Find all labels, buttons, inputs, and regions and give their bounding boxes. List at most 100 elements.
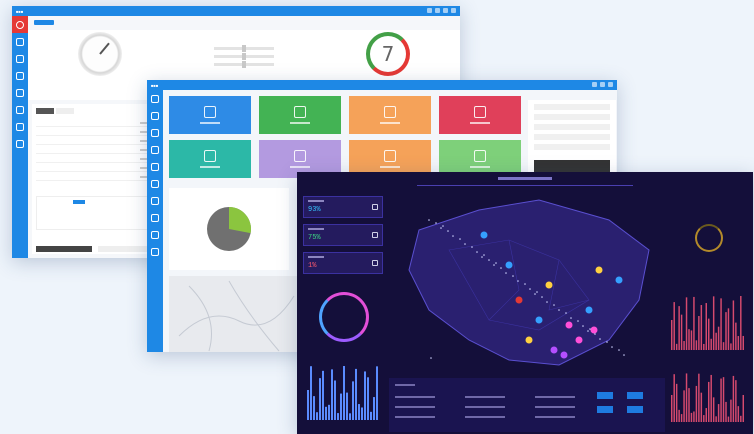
bar [695,340,698,350]
panel-tab-2[interactable] [56,108,74,114]
table-row [535,406,575,408]
bar [732,300,735,350]
map-marker[interactable] [550,346,558,354]
stat-value: 1% [308,262,317,270]
tile-home[interactable] [259,96,341,134]
map-marker[interactable] [585,306,593,314]
bar [730,399,732,422]
sidebar-item-book[interactable] [147,243,163,260]
map-marker[interactable] [515,296,523,304]
bar [703,415,705,422]
bar [307,390,309,420]
map-marker[interactable] [545,281,553,289]
book-icon [151,247,159,256]
city-dot [546,301,548,303]
bar [703,343,705,350]
bar [698,373,700,422]
list-item[interactable] [36,156,154,163]
map-marker[interactable] [525,336,533,344]
tile-tool[interactable] [349,96,431,134]
action-button[interactable] [597,406,613,413]
tab-active[interactable] [34,20,54,25]
map-marker[interactable] [565,321,573,329]
cancel-button[interactable] [98,246,154,252]
map-preview[interactable] [169,276,299,352]
list-item[interactable] [36,147,154,154]
title-frame [417,172,633,186]
sidebar-item-user[interactable] [12,101,28,118]
map-marker[interactable] [480,231,488,239]
bar [688,329,690,350]
city-dot [536,291,538,293]
bar [705,303,707,350]
bar [337,413,339,420]
city-dot [534,293,536,295]
user-icon[interactable] [443,8,448,13]
city-dot [471,246,473,248]
sidebar-item-user[interactable] [147,175,163,192]
user-icon[interactable] [608,82,613,87]
bar [355,368,357,420]
sidebar-item-edit[interactable] [147,192,163,209]
sidebar-item-bike[interactable] [12,50,28,67]
edit-icon [16,122,24,131]
list-item[interactable] [36,174,154,181]
map-marker[interactable] [595,266,603,274]
map-marker[interactable] [535,316,543,324]
table-row [395,416,435,418]
tile-building[interactable] [169,140,251,178]
sidebar-item-bike[interactable] [147,124,163,141]
sidebar-item-file[interactable] [12,135,28,152]
dashboard-title [297,172,753,188]
left-bar-chart [307,366,378,420]
china-map[interactable] [389,190,665,378]
sidebar-item-file[interactable] [147,209,163,226]
sidebar-item-document[interactable] [12,84,28,101]
action-button[interactable] [627,406,643,413]
mini-chart [36,196,154,230]
sidebar-item-warning[interactable] [12,67,28,84]
panel-tab-1[interactable] [36,108,54,114]
list-item[interactable] [36,165,154,172]
sidebar-item-globe[interactable] [147,226,163,243]
tile-warning[interactable] [439,96,521,134]
slider-bar[interactable] [214,53,274,60]
bar [680,414,683,422]
slider-bar[interactable] [214,45,274,52]
sidebar-item-warning[interactable] [147,141,163,158]
map-marker[interactable] [590,326,598,334]
list-item[interactable] [36,138,154,145]
bar [340,393,342,420]
action-button[interactable] [597,392,613,399]
city-dot [558,309,560,311]
mail-icon[interactable] [435,8,440,13]
list-item[interactable] [36,129,154,136]
map-marker[interactable] [575,336,583,344]
bell-icon[interactable] [592,82,597,87]
sidebar-item-chart[interactable] [12,33,28,50]
bell-icon[interactable] [427,8,432,13]
bar [690,412,693,422]
mail-icon[interactable] [600,82,605,87]
bar [373,397,375,420]
table-row [535,396,575,398]
list-item[interactable] [36,120,154,127]
map-marker[interactable] [505,261,513,269]
tile-recycle[interactable] [169,96,251,134]
bar [376,366,378,420]
bar [671,395,673,422]
chart-toggle[interactable] [73,200,85,204]
map-marker[interactable] [560,351,568,359]
map-marker[interactable] [615,276,623,284]
confirm-button[interactable] [36,246,92,252]
sidebar-item-chart[interactable] [147,107,163,124]
sidebar-item-home[interactable] [12,16,28,33]
sidebar-item-edit[interactable] [12,118,28,135]
sidebar-item-home[interactable] [147,90,163,107]
sidebar-item-document[interactable] [147,158,163,175]
slider-bar[interactable] [214,61,274,68]
list-item [534,134,610,140]
power-icon[interactable] [451,8,456,13]
bar [688,388,690,422]
action-button[interactable] [627,392,643,399]
